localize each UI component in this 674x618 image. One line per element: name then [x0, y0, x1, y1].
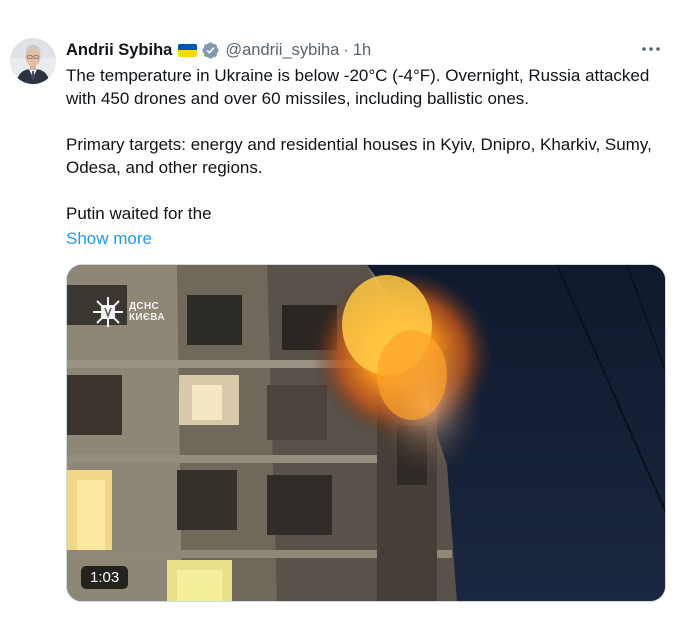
dsns-emblem-icon	[93, 297, 123, 327]
author-handle[interactable]: @andrii_sybiha	[225, 41, 339, 60]
more-options-button[interactable]	[638, 38, 664, 60]
header-separator: ·	[343, 40, 349, 59]
video-duration-badge: 1:03	[81, 566, 129, 589]
tweet-paragraph: Putin waited for the	[66, 204, 212, 223]
show-more-link[interactable]: Show more	[66, 227, 656, 250]
profile-photo-icon	[10, 38, 56, 84]
tweet-paragraph: The temperature in Ukraine is below -20°…	[66, 66, 650, 108]
dsns-watermark: ДСНС КИЄВА	[91, 295, 165, 329]
tweet[interactable]: Andrii Sybiha @andrii_sybiha · 1h The te…	[0, 0, 674, 618]
tweet-text: The temperature in Ukraine is below -20°…	[66, 64, 656, 250]
flag-bottom-stripe	[178, 50, 198, 57]
verified-badge-icon	[201, 41, 220, 60]
watermark-line-1: ДСНС	[129, 301, 159, 312]
author-name[interactable]: Andrii Sybiha	[66, 41, 172, 60]
tweet-header: Andrii Sybiha @andrii_sybiha · 1h	[66, 38, 371, 62]
ukraine-flag-icon	[178, 43, 198, 57]
avatar[interactable]	[10, 38, 56, 84]
more-horizontal-icon	[642, 47, 660, 51]
watermark-line-2: КИЄВА	[129, 312, 165, 323]
tweet-paragraph: Primary targets: energy and residential …	[66, 135, 652, 177]
video-player[interactable]: ДСНС КИЄВА 1:03	[66, 264, 666, 602]
timestamp[interactable]: 1h	[353, 41, 371, 60]
